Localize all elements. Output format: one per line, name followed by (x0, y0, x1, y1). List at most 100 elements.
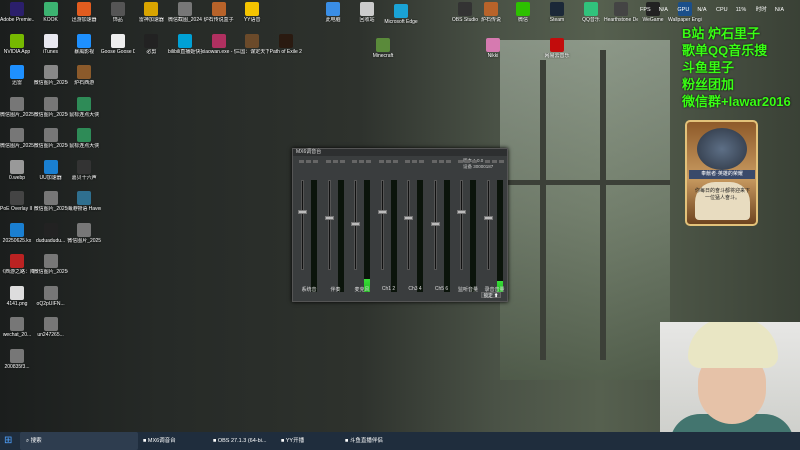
desktop-icon[interactable]: duduadudu... (34, 222, 68, 244)
channel-toggle[interactable] (405, 160, 410, 163)
desktop-icon[interactable]: 必剪 (134, 33, 168, 55)
desktop-icon[interactable]: 微信图片_2025020... (0, 96, 34, 118)
channel-toggle[interactable] (352, 160, 357, 163)
taskbar-app-button[interactable]: ■ YY开播 (278, 432, 344, 450)
fader-knob[interactable] (430, 222, 440, 226)
desktop-icon[interactable]: 微信图片_2025072... (34, 96, 68, 118)
channel-toggle[interactable] (339, 160, 345, 163)
overlay-line-3: 斗鱼里子 (682, 60, 735, 75)
desktop-icon-label: 网易云音乐 (544, 53, 570, 59)
channel-toggle[interactable] (378, 160, 384, 163)
mixer-channel: Ch1 2 (377, 158, 401, 292)
desktop-icon[interactable]: Goose Goose Duck (101, 33, 135, 55)
channel-toggle[interactable] (412, 160, 417, 163)
desktop-icon[interactable]: 嘉贝十六声 (67, 159, 101, 181)
desktop-icon[interactable]: YY语音 (235, 2, 269, 23)
desktop-icon[interactable]: 微信图片_2025072... (34, 128, 68, 149)
desktop-icon[interactable]: 微信图片_2025062... (67, 222, 101, 244)
desktop-icon[interactable]: un247265... (34, 317, 68, 338)
desktop-icon[interactable]: oQ2pUIFN... (34, 285, 68, 307)
fader-knob[interactable] (351, 222, 360, 226)
desktop-icon[interactable]: 三国：谋定天下 (235, 33, 269, 55)
channel-toggle[interactable] (299, 160, 304, 163)
desktop-icon[interactable]: iTunes (34, 33, 68, 55)
desktop-icon[interactable]: 迅雷 (0, 65, 34, 86)
app-icon (43, 317, 58, 331)
channel-toggle[interactable] (458, 160, 463, 163)
taskbar-app-button[interactable]: ■ 斗鱼直播伴侣 (342, 432, 408, 450)
channel-toggle[interactable] (465, 160, 470, 163)
desktop-icon[interactable]: Nikki (476, 38, 510, 59)
desktop-icon[interactable]: 鼠标连点大侠 (67, 96, 101, 118)
channel-toggle[interactable] (498, 160, 504, 163)
mixer-window[interactable]: MX6调音台 版本 1.0.0 设备 30000187 系统音伴奏麦克风Ch1 … (292, 148, 508, 302)
desktop-icon[interactable]: 微信截图_2024071... (168, 2, 202, 23)
channel-toggle[interactable] (491, 160, 497, 163)
desktop-icon[interactable]: bilibili直播姬快捷方式 (168, 33, 202, 55)
channel-toggle[interactable] (419, 160, 424, 163)
desktop-icon[interactable]: KOOK (34, 2, 68, 23)
desktop-icon[interactable]: UU加速器 (34, 159, 68, 181)
desktop-icon[interactable]: Hearthstone Deck Tracker (604, 2, 638, 23)
channel-toggle[interactable] (332, 160, 338, 163)
channel-toggle[interactable] (366, 160, 371, 163)
channel-toggle[interactable] (484, 160, 490, 163)
fader-knob[interactable] (298, 210, 307, 214)
desktop-icon[interactable]: 微信图片_2025072... (34, 65, 68, 86)
fader-knob[interactable] (404, 216, 413, 220)
desktop-icon[interactable]: Adobe Premie... (0, 2, 34, 23)
channel-toggle[interactable] (359, 160, 364, 163)
desktop-icon-label: 微信图片_2025073... (33, 206, 68, 212)
desktop-icon[interactable]: 暴風影视 (67, 33, 101, 55)
desktop-icon[interactable]: 网易云音乐 (540, 38, 574, 59)
fader-knob[interactable] (377, 210, 387, 214)
channel-toggle[interactable] (431, 160, 437, 163)
desktop-icon[interactable]: QQ音乐 (574, 2, 608, 23)
desktop-icon[interactable]: 微信 (506, 2, 540, 23)
desktop-icon[interactable]: 饰品 (101, 2, 135, 23)
desktop-icon[interactable]: 微信图片_2025020... (0, 128, 34, 149)
desktop-icon[interactable]: Microsoft Edge (384, 4, 418, 25)
desktop-icon[interactable]: 炉石传说盒子 (202, 2, 236, 23)
mixer-title[interactable]: MX6调音台 (293, 149, 507, 156)
desktop-icon[interactable]: xiaowan.exe - 快捷方式 (202, 33, 236, 55)
channel-toggle[interactable] (445, 160, 451, 163)
desktop-icon[interactable]: NVIDIA App (0, 33, 34, 55)
desktop-icon[interactable]: 迅游加速器 (67, 2, 101, 23)
desktop-icon[interactable]: 海港物语 Havendock (67, 191, 101, 212)
lock-button[interactable]: 锁定 ⬆ (481, 292, 501, 298)
desktop-icon[interactable]: 0.webp (0, 159, 34, 181)
desktop-icon[interactable]: 20250625.kx (0, 222, 34, 244)
desktop-icon[interactable]: 微信图片_2025091... (34, 254, 68, 275)
desktop-icon[interactable]: 雷神加速器 (134, 2, 168, 23)
desktop-icon[interactable]: 鼠标连点大侠 (67, 128, 101, 149)
desktop-icon[interactable]: wechat_20... (0, 317, 34, 338)
desktop-icon[interactable]: Minecraft (366, 38, 400, 59)
desktop-icon[interactable]: Steam (540, 2, 574, 23)
channel-toggle[interactable] (472, 160, 477, 163)
channel-toggle[interactable] (385, 160, 391, 163)
desktop-icon[interactable]: 200835f3... (0, 348, 34, 370)
desktop-icon[interactable]: PoE Overlay II Standal... (0, 191, 34, 212)
channel-toggle[interactable] (313, 160, 318, 163)
desktop-icon[interactable]: 《西游之路：降临》签光... (0, 254, 34, 275)
fader-knob[interactable] (457, 210, 466, 214)
desktop-icon[interactable]: Path of Exile 2 (269, 33, 303, 55)
channel-toggle[interactable] (325, 160, 331, 163)
desktop-icon[interactable]: 回收站 (350, 2, 384, 23)
desktop-icon[interactable]: 炉石西游 (67, 65, 101, 86)
taskbar-app-button[interactable]: ■ MX6调音台 (140, 432, 206, 450)
desktop-icon[interactable]: 4141.png (0, 285, 34, 307)
desktop-icon[interactable]: 炉石传说 (474, 2, 508, 23)
channel-toggle[interactable] (306, 160, 311, 163)
fader-knob[interactable] (324, 216, 334, 220)
channel-toggle[interactable] (438, 160, 444, 163)
app-icon (43, 65, 58, 79)
windows-start-icon[interactable]: ⊞ (4, 432, 16, 450)
channel-toggle[interactable] (392, 160, 398, 163)
desktop-icon[interactable]: 微信图片_2025073... (34, 191, 68, 212)
fader-knob[interactable] (483, 216, 493, 220)
taskbar-search-box[interactable]: ⌕ 搜索 (20, 432, 138, 450)
taskbar-app-button[interactable]: ■ OBS 27.1.3 (64-bi... (210, 432, 276, 450)
desktop-icon[interactable]: 此电脑 (316, 2, 350, 23)
